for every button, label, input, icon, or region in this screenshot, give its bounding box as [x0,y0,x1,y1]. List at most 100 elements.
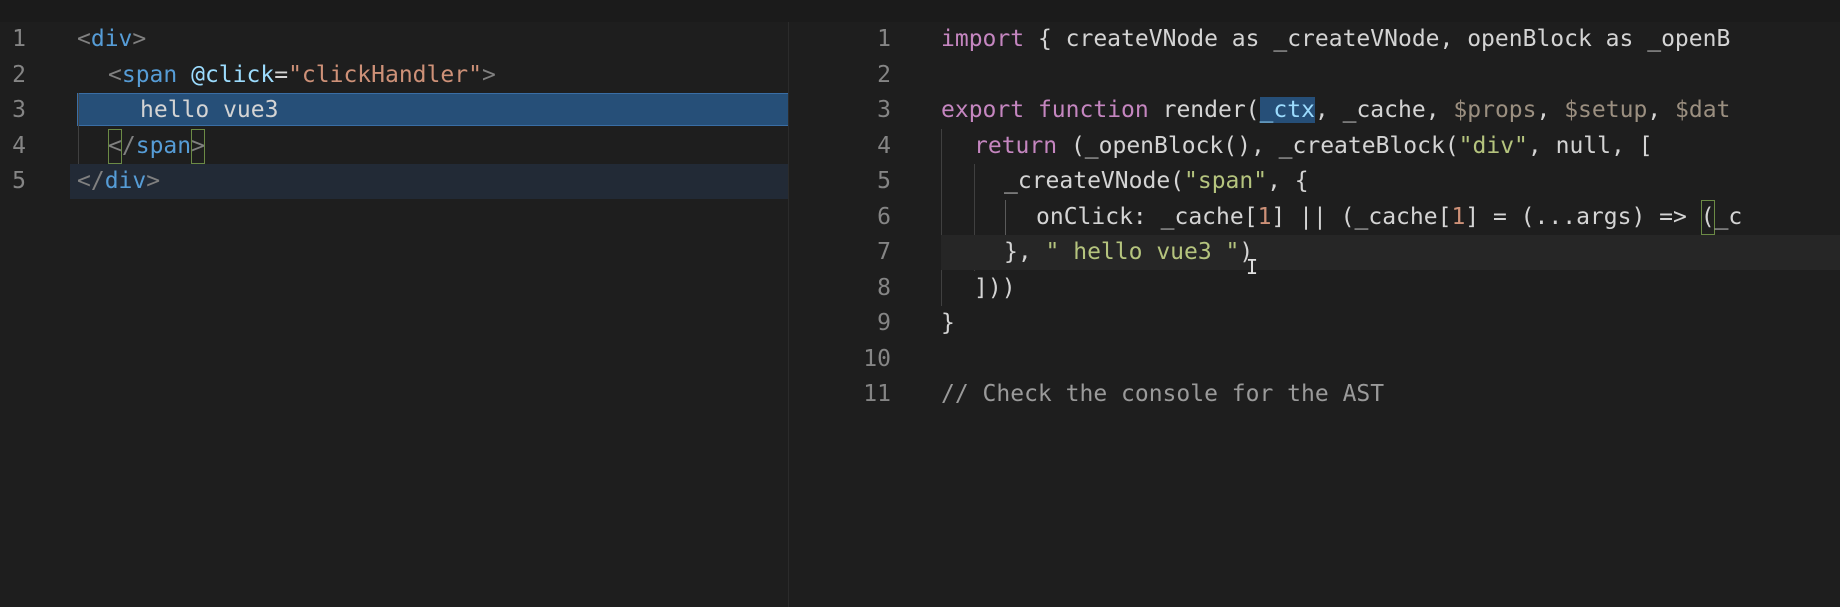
line-code[interactable]: </div> [77,164,160,200]
tag-open-bracket: < [77,26,91,52]
line-number: 3 [877,97,891,123]
line-number: 6 [877,203,891,230]
matched-bracket: ( [1700,199,1715,235]
line-number: 2 [877,61,891,88]
line-code[interactable]: import { createVNode as _createVNode, op… [941,22,1730,58]
code-text: _createVNode( [1004,168,1185,194]
param: $setup [1564,97,1648,123]
matched-bracket: < [108,128,122,164]
editor-line: 1 <div> [0,22,788,58]
line-code[interactable]: <div> [77,22,146,58]
top-strip [0,0,1840,23]
string: "span" [1184,168,1268,194]
line-code[interactable]: onClick: _cache[1] || (_cache[1] = (...a… [1036,199,1743,235]
number: 1 [1257,203,1272,230]
editor-line: 5 </div> [0,164,788,200]
code-text: } [941,310,955,336]
tag-open-bracket: </ [77,168,105,194]
line-number: 1 [12,26,26,52]
code-text: ] = (...args) => [1465,203,1701,230]
line-code[interactable]: return (_openBlock(), _createBlock("div"… [974,129,1653,165]
compiled-output-editor[interactable]: 1 import { createVNode as _createVNode, … [789,22,1840,607]
line-number: 9 [877,310,891,336]
line-code[interactable]: }, " hello vue3 ") [1004,235,1253,271]
line-code[interactable]: </span> [108,128,205,164]
matched-bracket: > [191,128,205,164]
editor-line: 2 [789,58,1840,94]
line-number: 1 [877,26,891,52]
tag-slash: / [121,132,136,159]
code-text: { createVNode as _createVNode, openBlock… [1024,26,1731,52]
line-code[interactable]: export function render(_ctx, _cache, $pr… [941,93,1730,129]
param: $props [1453,97,1537,123]
param: $dat [1675,97,1731,123]
editor-line-current: 6 onClick: _cache[1] || (_cache[1] = (..… [789,199,1840,270]
attribute-equals: = [274,61,289,88]
line-code[interactable]: // Check the console for the AST [941,377,1384,413]
function-name: render( [1162,97,1260,123]
highlighted-param: _ctx [1259,97,1315,123]
keyword: function [1037,97,1149,123]
editor-line: 10 [789,342,1840,378]
editor-line: 1 import { createVNode as _createVNode, … [789,22,1840,58]
code-text: , [1647,97,1675,123]
editor-line: 11 // Check the console for the AST [789,377,1840,413]
number: 1 [1451,203,1466,230]
tag-name: div [90,26,133,52]
code-text: , [1536,97,1565,123]
attribute-value: "clickHandler" [288,61,482,88]
line-code[interactable]: _createVNode("span", { [1004,164,1309,200]
keyword: return [974,132,1058,159]
editor-line: 8 ])) [789,271,1840,307]
line-number: 4 [877,132,891,159]
code-text: ] || (_cache[ [1271,203,1452,230]
line-number: 10 [863,345,891,372]
line-number: 7 [877,239,891,265]
tag-open-bracket: < [108,61,122,88]
line-number: 3 [12,97,26,123]
line-number: 11 [863,381,891,407]
tag-close-bracket: > [146,168,161,194]
line-number: 8 [877,274,891,301]
code-text: ])) [974,274,1016,301]
attribute-name: @click [191,61,275,88]
editor-root: 1 <div> 2 <span @click="clickHandler"> 3… [0,0,1840,607]
editor-line: 3 hello vue3 [0,93,788,164]
code-text: (_openBlock(), _createBlock( [1057,132,1459,159]
string: " hello vue3 " [1045,239,1240,265]
tag-close-bracket: > [132,26,147,52]
text-cursor-icon: I [1246,255,1259,279]
string: "div" [1458,132,1528,159]
tag-close-bracket: > [481,61,496,88]
editor-line: 3 export function render(_ctx, _cache, $… [789,93,1840,129]
editor-line: 4 return (_openBlock(), _createBlock("di… [789,129,1840,165]
template-editor[interactable]: 1 <div> 2 <span @click="clickHandler"> 3… [0,22,788,607]
code-text: , null, [ [1527,132,1653,159]
line-number: 4 [12,132,26,159]
code-text: , { [1267,168,1309,194]
editor-line: 7 }, " hello vue3 ") [789,235,1840,271]
editor-line-current: 4 </span> [0,128,788,199]
tag-name: div [104,168,147,194]
line-number: 2 [12,61,26,88]
line-number: 5 [12,168,26,194]
code-text: , _cache, [1314,97,1454,123]
text-content: hello vue3 [140,97,279,123]
comment: // Check the console for the AST [941,381,1385,407]
code-text: _c [1714,203,1743,230]
editor-line: 5 _createVNode("span", { [789,164,1840,200]
code-text: onClick: _cache[ [1036,203,1258,230]
line-number: 5 [877,168,891,194]
line-code[interactable]: <span @click="clickHandler"> [108,58,496,94]
keyword: import [941,26,1025,52]
tag-name: span [135,132,192,159]
editor-line-selected: 2 <span @click="clickHandler"> [0,58,788,126]
line-code[interactable]: hello vue3 [140,93,278,129]
line-code[interactable]: } [941,306,955,342]
editor-line: 9 } [789,306,1840,342]
keyword: export [941,97,1025,123]
line-code[interactable]: ])) [974,271,1016,307]
tag-name: span [121,61,178,88]
code-text: }, [1004,239,1046,265]
